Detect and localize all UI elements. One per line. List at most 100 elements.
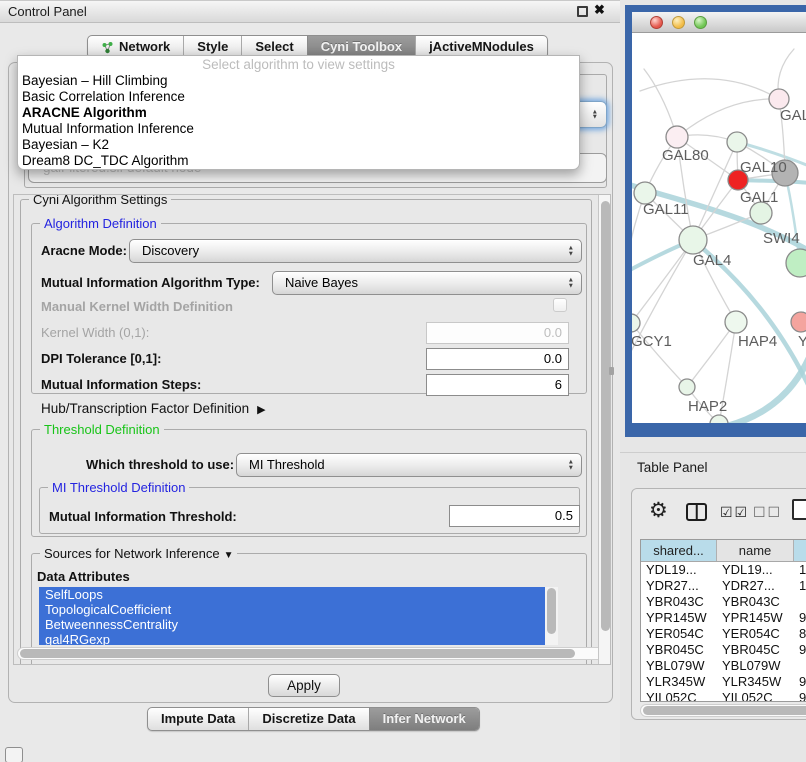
network-node[interactable] — [725, 311, 747, 333]
data-attribute-item[interactable]: SelfLoops — [39, 587, 545, 602]
network-edge — [687, 322, 736, 387]
export-table-icon[interactable] — [792, 499, 806, 520]
network-node[interactable] — [666, 126, 688, 148]
apply-button[interactable]: Apply — [268, 674, 340, 697]
network-node[interactable] — [791, 312, 806, 332]
table-row[interactable]: YDL19...YDL19...13 — [641, 562, 806, 578]
close-panel-icon[interactable]: ✖ — [594, 2, 605, 18]
table-row[interactable]: YBR045CYBR045C9. — [641, 642, 806, 658]
mac-minimize-button[interactable] — [672, 16, 685, 29]
table-column-header[interactable]: A — [794, 540, 806, 561]
manual-kernel-width-checkbox[interactable] — [553, 298, 567, 312]
network-node[interactable] — [786, 249, 806, 277]
attributes-scrollbar-thumb[interactable] — [547, 588, 556, 634]
settings-scrollpane: Cyni Algorithm Settings Algorithm Defini… — [13, 194, 611, 665]
table-cell — [794, 594, 806, 610]
which-threshold-combobox[interactable]: MI Threshold ▲▼ — [236, 453, 582, 477]
network-node-label: GAL80 — [662, 147, 709, 164]
table-cell: YLR345W — [641, 674, 717, 690]
dpi-tolerance-input[interactable]: 0.0 — [426, 348, 569, 370]
network-node[interactable] — [727, 132, 747, 152]
algorithm-option[interactable]: ARACNE Algorithm — [18, 105, 579, 121]
show-columns-icon[interactable] — [686, 503, 707, 521]
table-row[interactable]: YER054CYER054C8. — [641, 626, 806, 642]
tab-impute-data[interactable]: Impute Data — [148, 708, 248, 730]
data-attribute-item[interactable]: gal4RGexp — [39, 632, 545, 645]
mac-zoom-button[interactable] — [694, 16, 707, 29]
gear-icon[interactable]: ⚙ — [649, 498, 668, 523]
tab-discretize-data[interactable]: Discretize Data — [248, 708, 368, 730]
mac-close-button[interactable] — [650, 16, 663, 29]
float-panel-icon[interactable] — [577, 6, 588, 17]
network-node[interactable] — [769, 89, 789, 109]
select-all-columns-icon[interactable]: ☑☑ — [720, 504, 749, 521]
network-node-label: SWI4 — [763, 230, 800, 247]
table-cell: YBR045C — [717, 642, 794, 658]
algorithm-option[interactable]: Mutual Information Inference — [18, 121, 579, 137]
attributes-scrollbar[interactable] — [545, 587, 558, 645]
tab-infer-network[interactable]: Infer Network — [369, 708, 479, 730]
table-row[interactable]: YBL079WYBL079W — [641, 658, 806, 674]
table-cell: YBR043C — [641, 594, 717, 610]
table-row[interactable]: YDR27...YDR27...12 — [641, 578, 806, 594]
network-node-label: GAL11 — [643, 201, 689, 218]
data-attributes-list: SelfLoopsTopologicalCoefficientBetweenne… — [39, 587, 558, 645]
table-cell: 12 — [794, 578, 806, 594]
attributes-hscrollbar[interactable] — [17, 647, 607, 660]
sources-group-title[interactable]: Sources for Network Inference▼ — [40, 546, 237, 561]
table-cell: YDL19... — [717, 562, 794, 578]
network-canvas[interactable]: GALGAL80GAL10GAL1GAL11SWI4GAL4GCY1HAP4YH… — [632, 33, 806, 430]
panel-divider-grip[interactable] — [609, 367, 614, 375]
network-node-label: HAP4 — [738, 333, 777, 350]
algorithm-option[interactable]: Bayesian – K2 — [18, 137, 579, 153]
table-column-header[interactable]: shared... — [641, 540, 717, 561]
table-hscrollbar-thumb[interactable] — [643, 706, 806, 715]
table-row[interactable]: YIL052CYIL052C9 — [641, 690, 806, 702]
table-row[interactable]: YLR345WYLR345W9. — [641, 674, 806, 690]
algorithm-dropdown-popup: Select algorithm to view settings Bayesi… — [17, 55, 580, 170]
attributes-hscrollbar-thumb[interactable] — [20, 649, 575, 658]
network-node[interactable] — [679, 226, 707, 254]
threshold-definition-title: Threshold Definition — [40, 422, 164, 437]
network-node[interactable] — [632, 314, 640, 332]
table-panel: ⚙ ☑☑ ☐☐ shared...nameA YDL19...YDL19...1… — [631, 488, 806, 720]
expander-arrow-down-icon: ▼ — [224, 550, 234, 561]
which-threshold-label: Which threshold to use: — [86, 457, 234, 473]
kernel-width-input[interactable]: 0.0 — [426, 322, 569, 344]
algorithm-option[interactable]: Bayesian – Hill Climbing — [18, 73, 579, 89]
settings-vscrollbar-thumb[interactable] — [601, 201, 610, 631]
data-attribute-item[interactable]: BetweennessCentrality — [39, 617, 545, 632]
node-table: shared...nameA YDL19...YDL19...13YDR27..… — [640, 539, 806, 702]
collapsed-panel-icon[interactable] — [5, 747, 23, 762]
aracne-mode-value: Discovery — [142, 243, 199, 258]
tab-label: Impute Data — [161, 708, 235, 730]
table-row[interactable]: YPR145WYPR145W9. — [641, 610, 806, 626]
combo-stepper-icon: ▲▼ — [568, 460, 574, 471]
table-cell — [794, 658, 806, 674]
algorithm-option[interactable]: Dream8 DC_TDC Algorithm — [18, 153, 579, 169]
kernel-width-label: Kernel Width (0,1): — [41, 325, 149, 341]
mi-algorithm-type-label: Mutual Information Algorithm Type: — [41, 275, 260, 291]
network-node[interactable] — [710, 415, 728, 430]
network-node-label: HAP2 — [688, 398, 727, 415]
table-hscrollbar[interactable] — [640, 704, 806, 717]
network-node[interactable] — [679, 379, 695, 395]
table-cell: YDR27... — [717, 578, 794, 594]
table-header-row: shared...nameA — [641, 540, 806, 562]
table-column-header[interactable]: name — [717, 540, 794, 561]
table-row[interactable]: YBR043CYBR043C — [641, 594, 806, 610]
algorithm-option[interactable]: Basic Correlation Inference — [18, 89, 579, 105]
mi-threshold-input[interactable]: 0.5 — [449, 505, 580, 527]
mi-algorithm-type-combobox[interactable]: Naive Bayes ▲▼ — [272, 271, 582, 295]
settings-vscrollbar[interactable] — [598, 195, 611, 665]
dpi-tolerance-label: DPI Tolerance [0,1]: — [41, 351, 161, 367]
control-panel-title: Control Panel — [8, 4, 87, 19]
tab-label: Discretize Data — [262, 708, 355, 730]
mi-steps-input[interactable]: 6 — [426, 374, 569, 396]
deselect-all-columns-icon[interactable]: ☐☐ — [753, 504, 782, 521]
hub-definition-expander[interactable]: Hub/Transcription Factor Definition▶ — [41, 401, 266, 418]
data-attribute-item[interactable]: TopologicalCoefficient — [39, 602, 545, 617]
manual-kernel-width-label: Manual Kernel Width Definition — [41, 299, 233, 315]
data-attributes-items: SelfLoopsTopologicalCoefficientBetweenne… — [39, 587, 545, 645]
aracne-mode-combobox[interactable]: Discovery ▲▼ — [129, 239, 582, 263]
